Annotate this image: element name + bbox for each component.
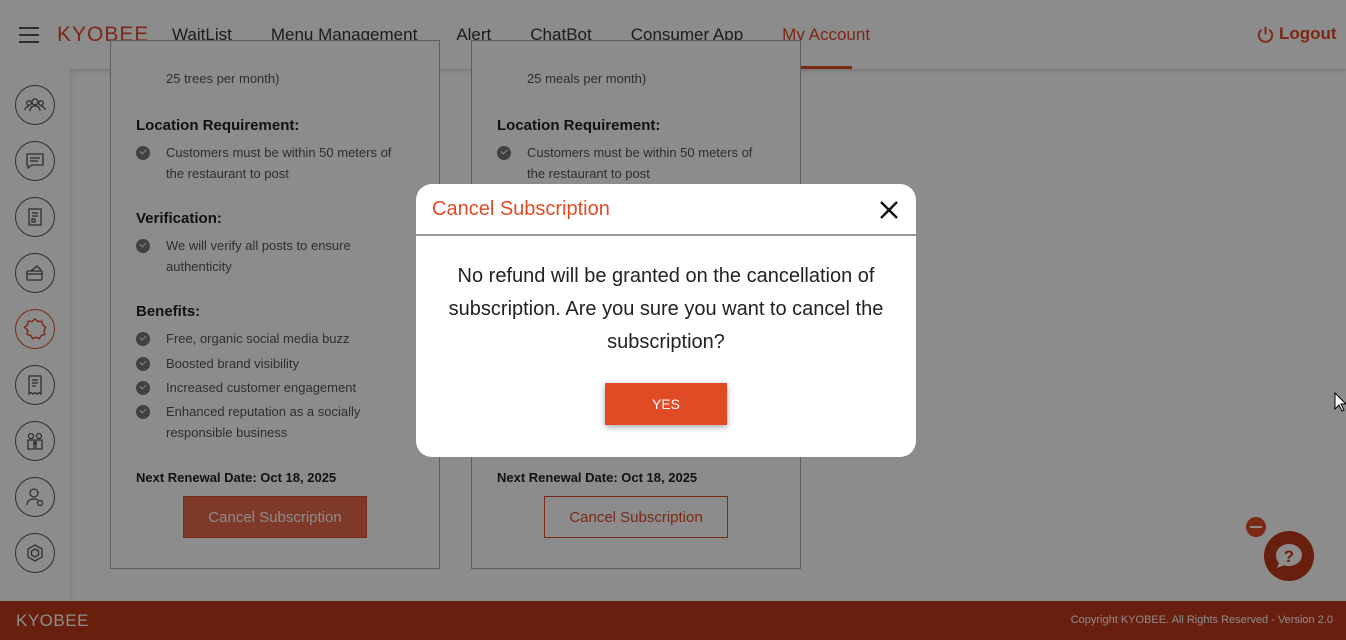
dialog-message: No refund will be granted on the cancell… — [448, 265, 884, 353]
close-icon[interactable] — [878, 199, 900, 221]
dialog-title: Cancel Subscription — [432, 198, 610, 220]
dialog-header: Cancel Subscription — [416, 184, 916, 236]
confirm-yes-button[interactable]: YES — [605, 383, 727, 425]
mouse-cursor-icon — [1334, 392, 1346, 412]
cancel-subscription-dialog: Cancel Subscription No refund will be gr… — [416, 184, 916, 457]
